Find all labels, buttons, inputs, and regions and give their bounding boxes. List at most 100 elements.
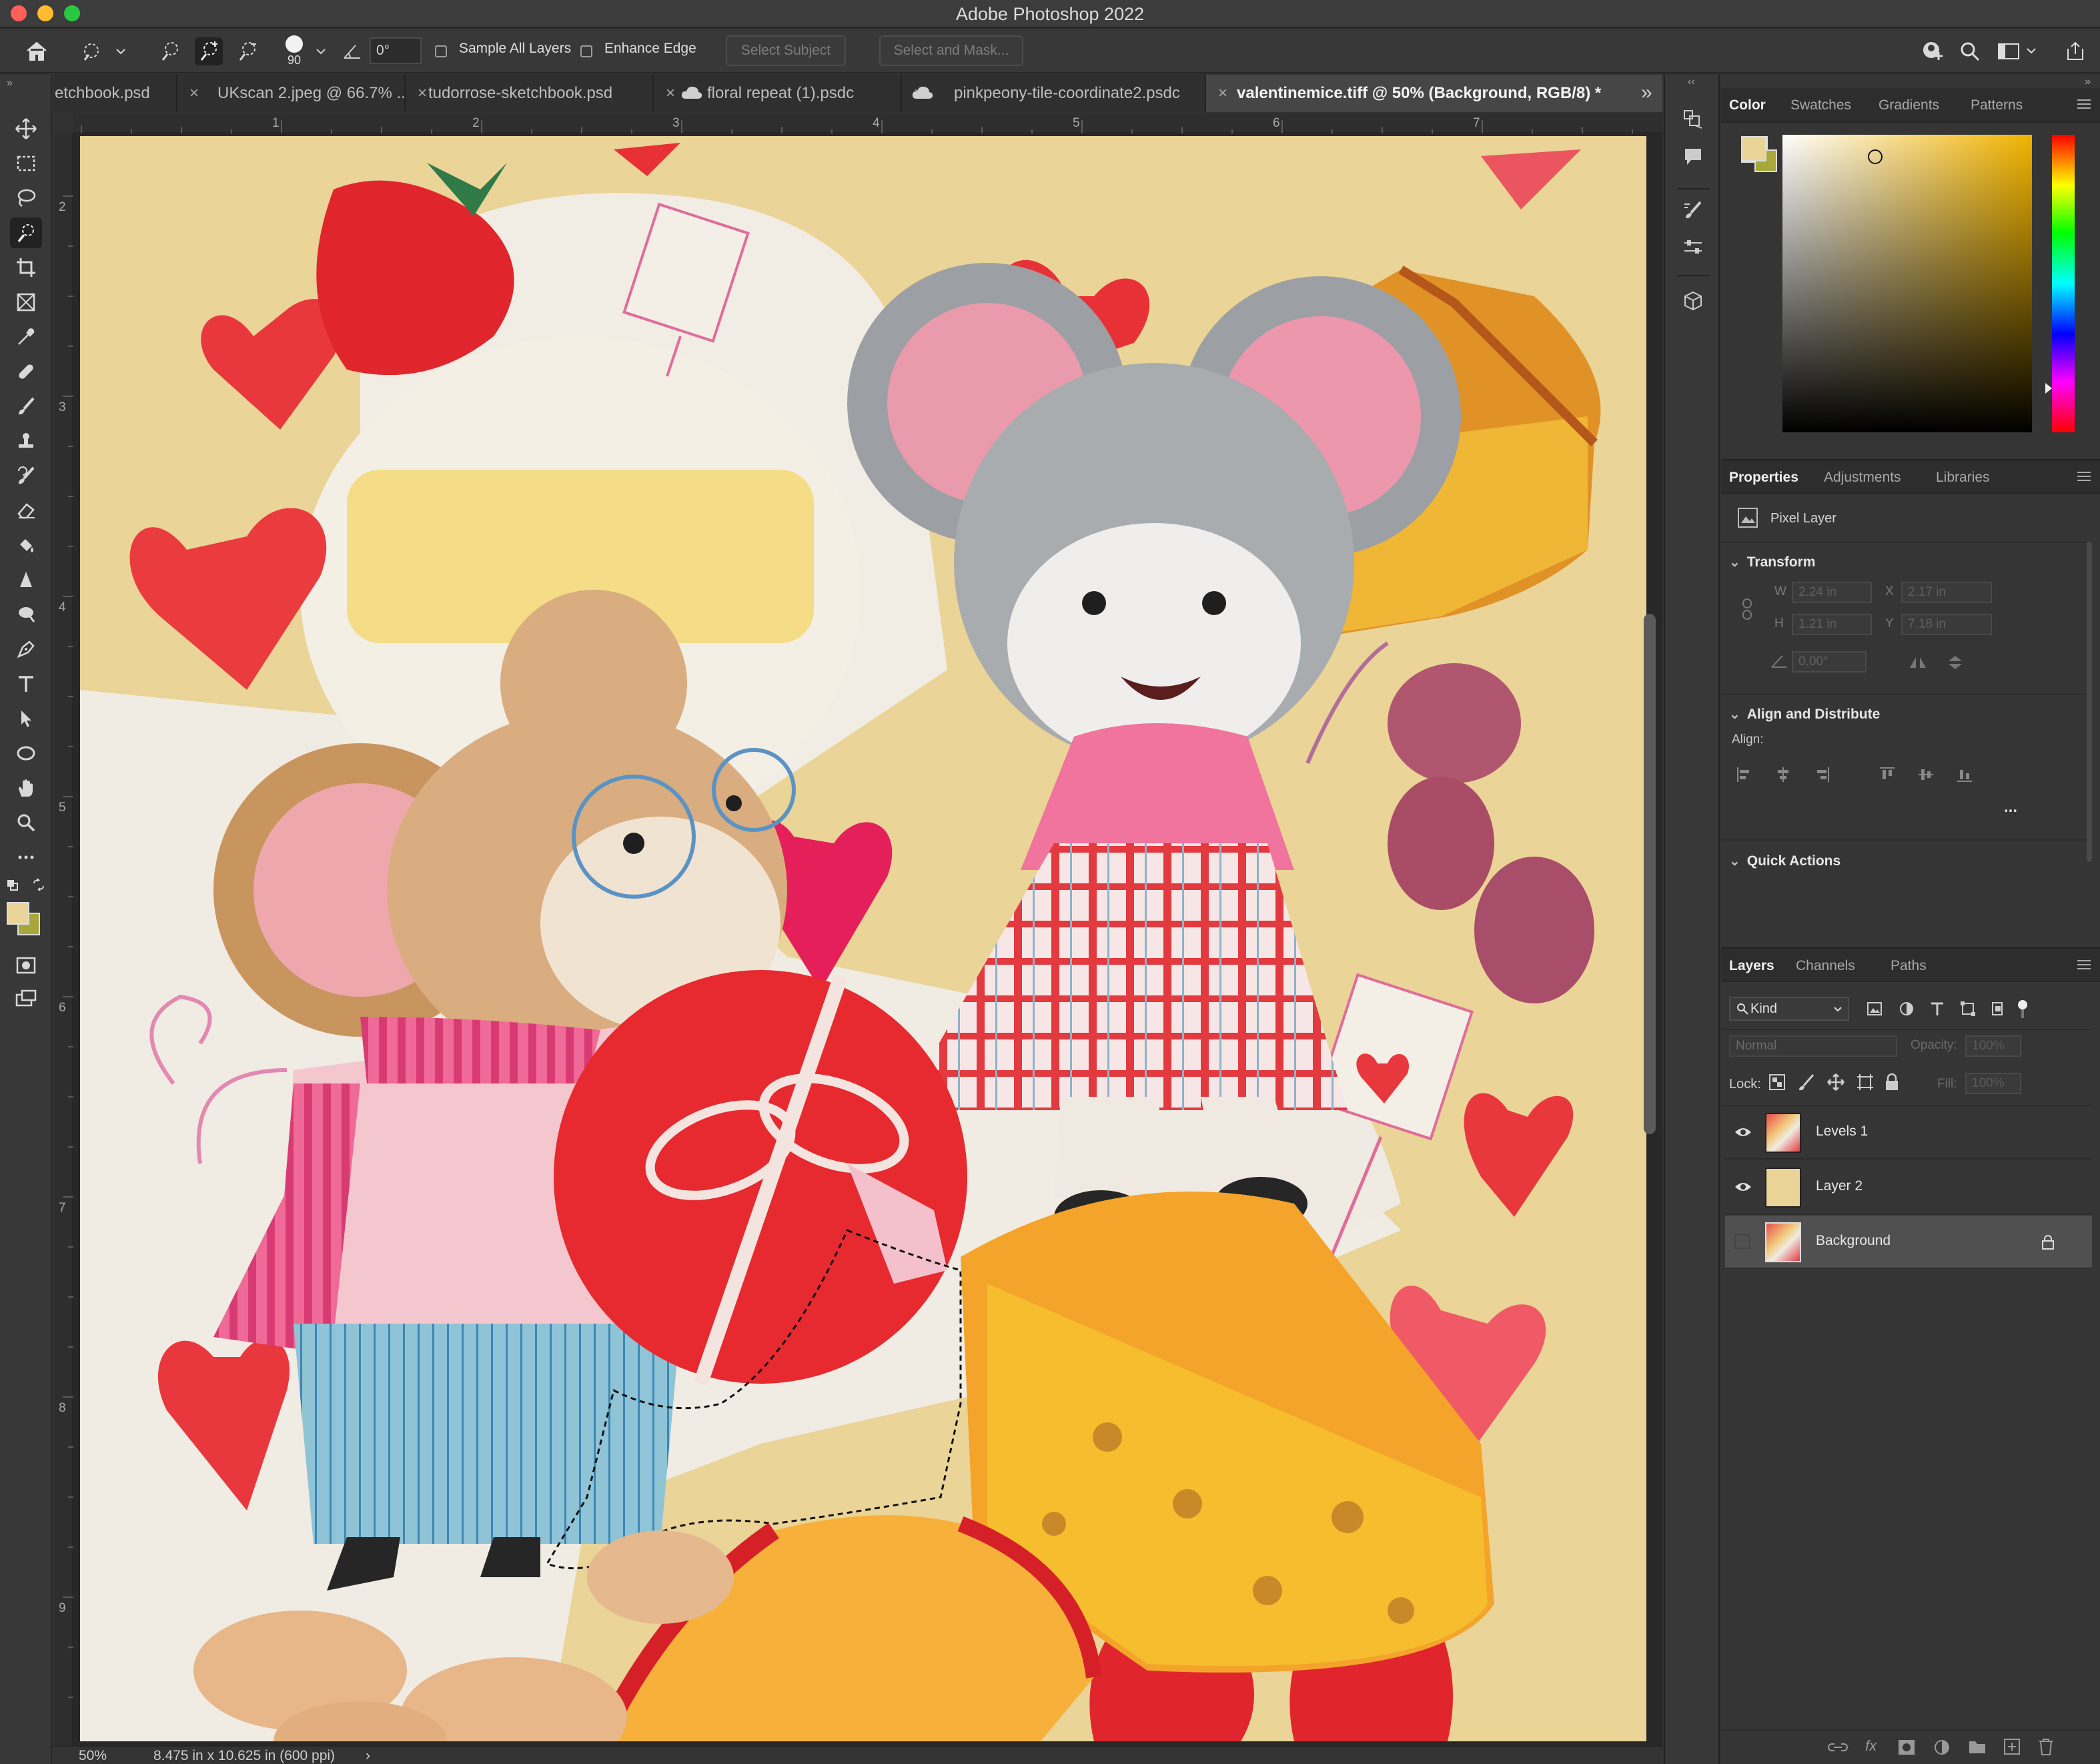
align-right-icon[interactable] <box>1813 766 1830 783</box>
healing-brush-tool-icon[interactable] <box>10 356 42 387</box>
color-picker-handle[interactable] <box>1868 149 1883 164</box>
quick-mask-icon[interactable] <box>10 950 42 981</box>
filter-adjustment-icon[interactable] <box>1899 1001 1915 1017</box>
tab-tudorrose[interactable]: tudorrose-sketchbook.psd <box>406 75 654 112</box>
type-tool-icon[interactable] <box>10 669 42 699</box>
link-icon[interactable] <box>1741 598 1753 620</box>
adjustments-sliders-icon[interactable] <box>1677 232 1709 263</box>
pen-tool-icon[interactable] <box>10 634 42 665</box>
search-icon[interactable] <box>1956 37 1984 65</box>
align-distribute-section-header[interactable]: ⌄ Align and Distribute <box>1729 706 1880 723</box>
quick-actions-section-header[interactable]: ⌄ Quick Actions <box>1729 853 1841 869</box>
collapse-icon[interactable]: » <box>7 77 13 89</box>
quick-selection-tool-icon[interactable] <box>10 217 42 248</box>
brush-size-picker[interactable]: 90 <box>280 32 308 69</box>
filter-toggle-icon[interactable] <box>2017 999 2028 1019</box>
zoom-tool-icon[interactable] <box>10 807 42 838</box>
tab-color[interactable]: Color <box>1729 88 1766 123</box>
tab-pinkpeony[interactable]: pinkpeony-tile-coordinate2.psdc <box>902 75 1206 112</box>
dodge-tool-icon[interactable] <box>10 599 42 630</box>
frame-tool-icon[interactable] <box>10 287 42 318</box>
layer-row-layer-2[interactable]: Layer 2 <box>1725 1161 2092 1214</box>
close-tab-icon[interactable]: × <box>176 75 199 112</box>
hue-slider-handle[interactable] <box>2045 383 2052 394</box>
panel-menu-icon[interactable] <box>2076 97 2092 112</box>
move-tool-icon[interactable] <box>10 113 42 144</box>
layer-filter-kind-dropdown[interactable]: Kind <box>1729 997 1849 1021</box>
tab-adjustments[interactable]: Adjustments <box>1824 460 1901 495</box>
brush-tool-icon[interactable] <box>10 391 42 422</box>
tab-paths[interactable]: Paths <box>1891 949 1927 983</box>
status-menu-arrow[interactable]: › <box>366 1748 370 1764</box>
height-field[interactable]: 1.21 in <box>1792 614 1872 635</box>
y-position-field[interactable]: 7.18 in <box>1901 614 1992 635</box>
history-brush-tool-icon[interactable] <box>10 460 42 491</box>
add-mask-icon[interactable] <box>1897 1739 1916 1756</box>
default-colors-icon[interactable] <box>7 879 19 891</box>
layer-style-icon[interactable]: fx <box>1865 1737 1877 1755</box>
tab-swatches[interactable]: Swatches <box>1790 88 1851 123</box>
more-tabs-icon[interactable]: » <box>1641 81 1652 104</box>
new-selection-icon[interactable] <box>156 37 184 65</box>
fg-bg-swatches[interactable] <box>1741 136 1777 172</box>
foreground-color-swatch[interactable] <box>7 902 29 925</box>
select-and-mask-button[interactable]: Select and Mask... <box>879 35 1023 66</box>
more-tools-icon[interactable] <box>10 842 42 873</box>
flip-horizontal-icon[interactable] <box>1908 655 1928 670</box>
lock-transparent-pixels-icon[interactable] <box>1768 1073 1786 1091</box>
x-position-field[interactable]: 2.17 in <box>1901 582 1992 603</box>
select-subject-button[interactable]: Select Subject <box>726 35 846 66</box>
canvas-area[interactable] <box>73 133 1662 1745</box>
align-horizontal-center-icon[interactable] <box>1774 766 1792 783</box>
filter-smart-object-icon[interactable] <box>1989 1001 2005 1017</box>
filter-type-icon[interactable] <box>1929 1001 1945 1017</box>
width-field[interactable]: 2.24 in <box>1792 582 1872 603</box>
properties-scrollbar[interactable] <box>2087 542 2092 862</box>
add-to-selection-icon[interactable] <box>195 37 223 65</box>
layer-row-background[interactable]: Background <box>1725 1216 2092 1269</box>
tab-valentinemice[interactable]: valentinemice.tiff @ 50% (Background, RG… <box>1206 75 1662 112</box>
lock-artboard-icon[interactable] <box>1856 1073 1875 1091</box>
tab-etchbook[interactable]: etchbook.psd <box>53 75 177 112</box>
layer-row-levels-1[interactable]: Levels 1 <box>1725 1106 2092 1160</box>
tab-properties[interactable]: Properties <box>1729 460 1798 495</box>
lasso-tool-icon[interactable] <box>10 183 42 213</box>
path-selection-tool-icon[interactable] <box>10 703 42 734</box>
collapse-icon[interactable]: ‹‹ <box>1688 76 1695 88</box>
color-field[interactable] <box>1782 135 2032 432</box>
flip-vertical-icon[interactable] <box>1947 654 1964 671</box>
link-layers-icon[interactable] <box>1828 1739 1848 1756</box>
visibility-eye-icon[interactable] <box>1734 1181 1752 1193</box>
screen-mode-icon[interactable] <box>10 983 42 1014</box>
align-vertical-center-icon[interactable] <box>1917 766 1935 783</box>
3d-cube-icon[interactable] <box>1677 286 1709 316</box>
clone-stamp-tool-icon[interactable] <box>10 426 42 456</box>
share-icon[interactable] <box>1919 37 1947 65</box>
hand-tool-icon[interactable] <box>10 773 42 803</box>
eraser-tool-icon[interactable] <box>10 495 42 526</box>
delete-layer-icon[interactable] <box>2037 1737 2055 1756</box>
enhance-edge-checkbox[interactable] <box>580 45 592 57</box>
visibility-toggle-off[interactable] <box>1734 1234 1750 1249</box>
filter-shape-icon[interactable] <box>1960 1001 1976 1017</box>
quick-selection-preset-picker[interactable] <box>76 37 128 65</box>
tab-patterns[interactable]: Patterns <box>1971 88 2023 123</box>
close-tab-icon[interactable]: × <box>1205 75 1227 112</box>
ellipse-tool-icon[interactable] <box>10 738 42 769</box>
expand-panels-icon[interactable]: » <box>2085 76 2091 88</box>
tab-gradients[interactable]: Gradients <box>1879 88 1939 123</box>
transform-section-header[interactable]: ⌄ Transform <box>1729 554 1815 570</box>
panel-menu-icon[interactable] <box>2076 958 2092 973</box>
tab-channels[interactable]: Channels <box>1796 949 1855 983</box>
close-tab-icon[interactable]: × <box>404 75 427 112</box>
eyedropper-tool-icon[interactable] <box>10 322 42 352</box>
marquee-tool-icon[interactable] <box>10 148 42 179</box>
new-adjustment-layer-icon[interactable] <box>1933 1739 1951 1756</box>
lock-image-pixels-icon[interactable] <box>1797 1073 1816 1091</box>
brush-settings-icon[interactable] <box>1677 195 1709 226</box>
opacity-field[interactable]: 100% <box>1965 1035 2021 1057</box>
more-options-icon[interactable]: ... <box>2004 798 2017 817</box>
zoom-level[interactable]: 50% <box>79 1748 107 1764</box>
valentine-mice-artwork[interactable] <box>80 136 1646 1741</box>
subtract-from-selection-icon[interactable] <box>233 37 261 65</box>
